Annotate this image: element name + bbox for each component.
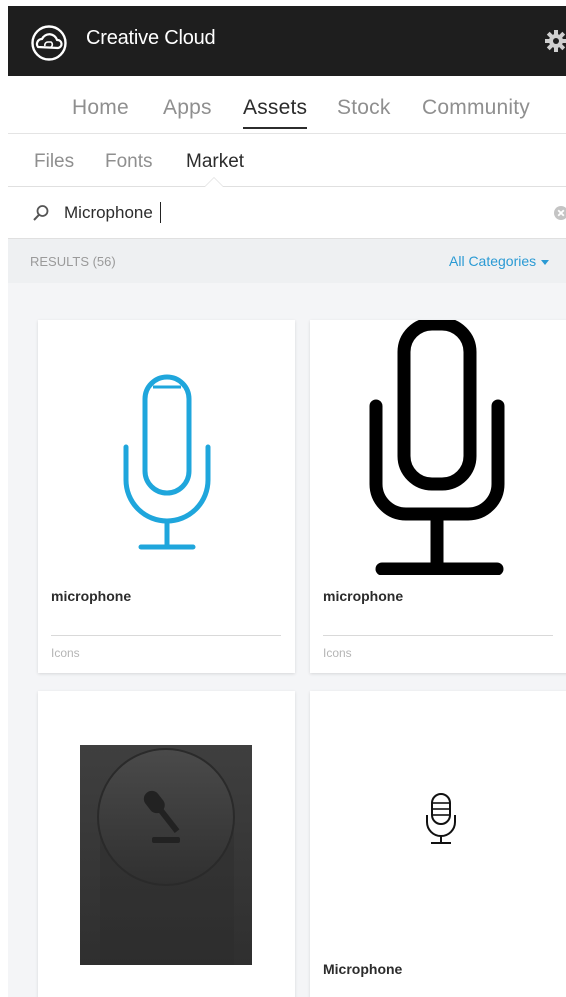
results-bar: RESULTS (56) All Categories [8, 239, 566, 283]
title-bar: Creative Cloud [8, 6, 566, 76]
sub-nav: Files Fonts Market [8, 134, 566, 187]
asset-card[interactable]: microphone Icons [38, 320, 295, 673]
search-input[interactable] [64, 200, 524, 226]
asset-name: microphone [323, 588, 404, 604]
microphone-vintage-small-icon [426, 793, 456, 844]
asset-name: microphone [51, 588, 132, 604]
results-grid: microphone Icons microphone Icons Microp… [8, 283, 566, 997]
tab-stock[interactable]: Stock [337, 96, 391, 120]
main-nav: Home Apps Assets Stock Community [8, 76, 566, 134]
asset-card[interactable]: Microphone [310, 691, 566, 997]
tab-apps[interactable]: Apps [163, 96, 212, 120]
subtab-fonts[interactable]: Fonts [105, 151, 153, 173]
search-bar [8, 187, 566, 239]
asset-card[interactable] [38, 691, 295, 997]
subtab-files[interactable]: Files [34, 151, 74, 173]
app-window: Creative Cloud Home Apps Assets Stock Co… [8, 6, 566, 997]
card-divider [51, 635, 281, 636]
subtab-market[interactable]: Market [186, 151, 244, 173]
asset-card[interactable]: microphone Icons [310, 320, 566, 673]
search-icon [33, 205, 49, 221]
microphone-outline-blue-icon [123, 374, 211, 550]
microphone-bold-black-icon [369, 320, 505, 575]
creative-cloud-logo-icon [31, 25, 67, 61]
gear-icon[interactable] [544, 29, 566, 53]
text-cursor [160, 202, 161, 223]
app-title: Creative Cloud [86, 27, 216, 49]
category-filter-label: All Categories [449, 253, 537, 269]
asset-name: Microphone [323, 961, 403, 977]
tab-assets[interactable]: Assets [243, 96, 308, 129]
category-filter-dropdown[interactable]: All Categories [449, 253, 550, 269]
tab-community[interactable]: Community [422, 96, 530, 120]
tab-home[interactable]: Home [72, 96, 129, 120]
asset-category: Icons [323, 646, 352, 660]
card-divider [323, 635, 553, 636]
microphone-dark-button-icon [80, 745, 252, 965]
asset-category: Icons [51, 646, 80, 660]
chevron-down-icon [541, 259, 550, 265]
results-count: RESULTS (56) [30, 254, 116, 269]
clear-search-icon[interactable] [554, 206, 566, 220]
